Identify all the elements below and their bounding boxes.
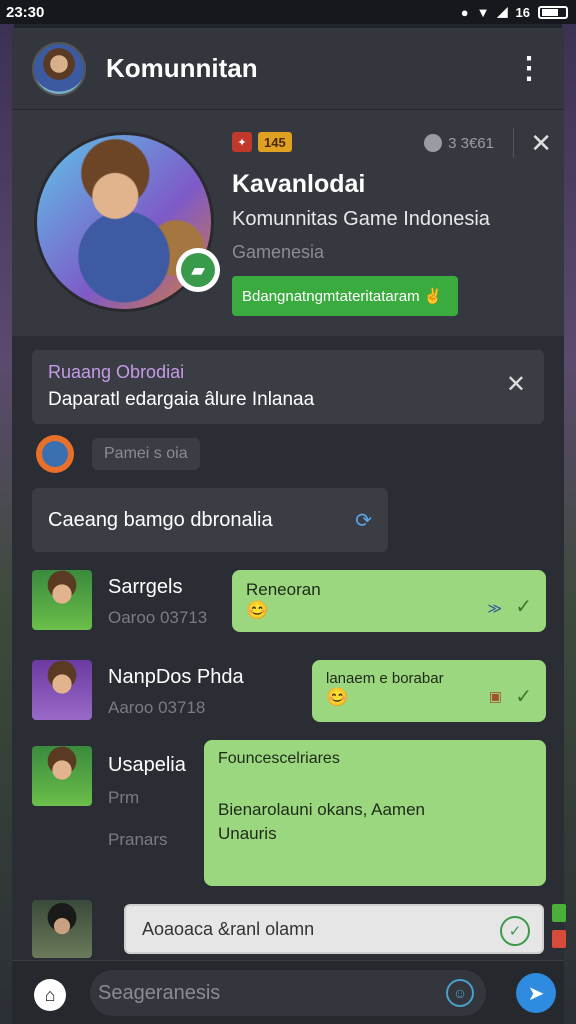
- more-menu-icon[interactable]: ⋮: [514, 51, 544, 86]
- bubble-body: Bienarolauni okans, Aamen Unauris: [218, 800, 425, 843]
- profile-subtitle: Komunnitas Game Indonesia: [232, 208, 490, 230]
- bottom-nav: ⌂ Seageranesis ☺ ➤: [12, 960, 564, 1024]
- profile-name: Kavanlodai: [232, 170, 366, 198]
- rank-icon: ✦: [232, 132, 252, 152]
- notification-icon: ●: [460, 4, 469, 20]
- page-title: Komunnitan: [106, 53, 258, 83]
- reaction-icon: ≫: [487, 600, 502, 616]
- community-profile-card: ▰ ✦ 145 3 3€61 ✕ Kavanlodai Komunnitas G…: [12, 110, 564, 336]
- avatar[interactable]: [32, 746, 92, 806]
- room-label: Caeang bamgo dbronalia: [48, 508, 273, 531]
- tag-icon: [552, 904, 566, 922]
- emoji-icon[interactable]: ☺: [446, 979, 474, 1007]
- battery-icon: [538, 5, 568, 19]
- message-input[interactable]: Aoaoaca &ranl olamn ✓: [124, 904, 544, 954]
- check-icon: ✓: [515, 686, 532, 708]
- close-icon[interactable]: ✕: [530, 128, 552, 159]
- sender-name: NanpDos Phda: [108, 666, 244, 688]
- sender-id: Aaroo 03718: [108, 698, 206, 717]
- level-badge: 145: [258, 132, 292, 152]
- divider: [513, 128, 514, 158]
- user-avatar[interactable]: [36, 435, 74, 473]
- side-tags: [552, 904, 566, 948]
- badge-row: ✦ 145: [232, 132, 292, 152]
- status-icons: ● ▼ ◢ 16: [461, 4, 568, 20]
- room-card[interactable]: Caeang bamgo dbronalia ⟳: [32, 488, 388, 552]
- message-bubble[interactable]: Founcescelriares Bienarolauni okans, Aam…: [204, 740, 546, 886]
- gift-icon: ▣: [488, 688, 502, 704]
- avatar[interactable]: [32, 570, 92, 630]
- hand-icon: ✌: [423, 288, 443, 305]
- tag-icon: [552, 930, 566, 948]
- join-button[interactable]: Bdangnatngmtateritataram ✌: [232, 276, 458, 316]
- search-input[interactable]: Seageranesis ☺: [90, 970, 486, 1016]
- typing-chip: Pamei s oia: [92, 438, 200, 470]
- sender-name: Usapelia: [108, 754, 186, 776]
- wifi-icon: ▼: [476, 4, 490, 20]
- sender-id-secondary: Pranars: [108, 830, 168, 849]
- app-window: Komunnitan ⋮ ▰ ✦ 145 3 3€61 ✕ Kavanlodai…: [12, 28, 566, 1024]
- sender-id: Oaroo 03713: [108, 608, 208, 627]
- member-count: 3 3€61: [424, 134, 494, 152]
- message-row: Usapelia Prm Pranars Founcescelriares Bi…: [32, 740, 564, 890]
- status-time: 23:30: [6, 3, 45, 21]
- refresh-icon[interactable]: ⟳: [355, 508, 372, 533]
- verified-badge-icon: ▰: [176, 248, 220, 292]
- typing-indicator: Pamei s oia: [36, 435, 540, 473]
- background-right: [562, 0, 576, 1024]
- community-avatar[interactable]: [32, 41, 86, 96]
- sender-id: Prm: [108, 788, 140, 807]
- signal-icon: ◢: [497, 4, 508, 19]
- notice-body: Daparatl edargaia âlure Inlanaa: [48, 389, 315, 410]
- top-bar: Komunnitan ⋮: [12, 28, 564, 110]
- notice-banner: Ruaang Obrodiai Daparatl edargaia âlure …: [32, 350, 544, 424]
- status-bar: 23:30 ● ▼ ◢ 16: [0, 0, 576, 24]
- close-icon[interactable]: ✕: [506, 370, 526, 399]
- composer: Aoaoaca &ranl olamn ✓: [32, 900, 566, 958]
- profile-category: Gamenesia: [232, 242, 325, 262]
- send-check-icon[interactable]: ✓: [500, 916, 530, 946]
- battery-level: 16: [515, 4, 530, 20]
- home-icon[interactable]: ⌂: [34, 979, 66, 1011]
- bubble-title: Founcescelriares: [218, 750, 340, 767]
- notice-title: Ruaang Obrodiai: [48, 362, 185, 382]
- message-row: NanpDos Phda Aaroo 03718 lanaem e boraba…: [32, 660, 564, 724]
- members-icon: [424, 134, 443, 152]
- message-bubble[interactable]: Reneoran 😊 ≫ ✓: [232, 570, 546, 632]
- message-row: Sarrgels Oaroo 03713 Reneoran 😊 ≫ ✓: [32, 570, 564, 634]
- avatar[interactable]: [32, 660, 92, 720]
- send-icon[interactable]: ➤: [516, 973, 556, 1013]
- check-icon: ✓: [515, 596, 532, 618]
- my-avatar[interactable]: [32, 900, 92, 958]
- message-bubble[interactable]: lanaem e borabar 😊 ▣ ✓: [312, 660, 546, 722]
- sender-name: Sarrgels: [108, 576, 183, 598]
